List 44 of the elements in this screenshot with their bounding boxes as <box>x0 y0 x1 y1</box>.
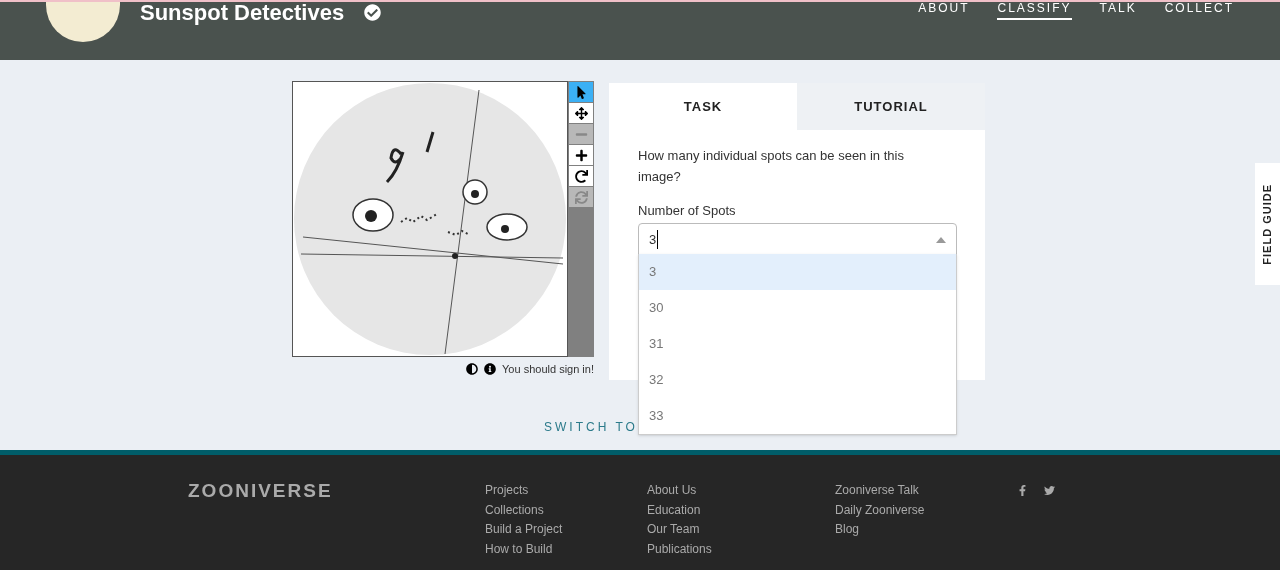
move-icon <box>574 106 588 120</box>
field-label: Number of Spots <box>638 202 737 220</box>
menu-option[interactable]: 31 <box>639 326 956 362</box>
zooniverse-logo[interactable]: ZOONIVERSE <box>188 481 485 570</box>
footer-link[interactable]: Publications <box>647 540 835 560</box>
footer-link[interactable]: Our Team <box>647 520 835 541</box>
menu-option[interactable]: 30 <box>639 290 956 326</box>
footer-link[interactable]: Zooniverse Talk <box>835 481 1017 501</box>
rotate-tool-button[interactable] <box>569 166 593 186</box>
contrast-icon[interactable] <box>466 363 479 376</box>
menu-option[interactable]: 3 <box>639 254 956 290</box>
field-guide-tab[interactable]: FIELD GUIDE <box>1255 163 1280 285</box>
menu-option[interactable]: 32 <box>639 362 956 398</box>
panel-tab[interactable]: TUTORIAL <box>797 83 985 130</box>
footer-link[interactable]: Blog <box>835 520 1017 541</box>
footer-link[interactable]: How to Build <box>485 540 647 560</box>
switch-link[interactable]: SWITCH TO <box>544 418 638 436</box>
move-tool-button[interactable] <box>569 103 593 123</box>
footer-link[interactable]: Collections <box>485 500 647 521</box>
footer-link[interactable]: About Us <box>647 481 835 501</box>
caret-up-icon <box>936 236 946 243</box>
pointer-icon <box>574 85 588 99</box>
nav-link[interactable]: COLLECT <box>1164 2 1234 20</box>
nav-link[interactable]: CLASSIFY <box>997 2 1072 20</box>
facebook-icon[interactable] <box>1017 485 1028 496</box>
pointer-tool-button[interactable] <box>569 82 593 102</box>
footer-link[interactable]: Education <box>647 500 835 521</box>
zoom-in-icon <box>574 148 588 162</box>
zoom-in-tool-button[interactable] <box>569 145 593 165</box>
signin-message: You should sign in! <box>502 362 594 377</box>
project-title: Sunspot Detectives <box>140 2 345 24</box>
nav-link[interactable]: TALK <box>1099 2 1137 20</box>
footer-link[interactable]: Build a Project <box>485 520 647 541</box>
rotate-icon <box>574 169 588 183</box>
nav-link[interactable]: ABOUT <box>918 2 970 20</box>
menu-option[interactable]: 33 <box>639 398 956 434</box>
info-icon[interactable] <box>484 363 497 376</box>
task-question: How many individual spots can be seen in this image? <box>638 147 905 186</box>
footer-link[interactable]: Projects <box>485 481 647 501</box>
spots-select-field[interactable]: 3 <box>638 222 957 257</box>
footer-link[interactable]: Daily Zooniverse <box>835 500 1017 521</box>
reset-icon <box>574 190 588 204</box>
select-value: 3 <box>649 229 659 250</box>
twitter-icon[interactable] <box>1044 485 1055 496</box>
